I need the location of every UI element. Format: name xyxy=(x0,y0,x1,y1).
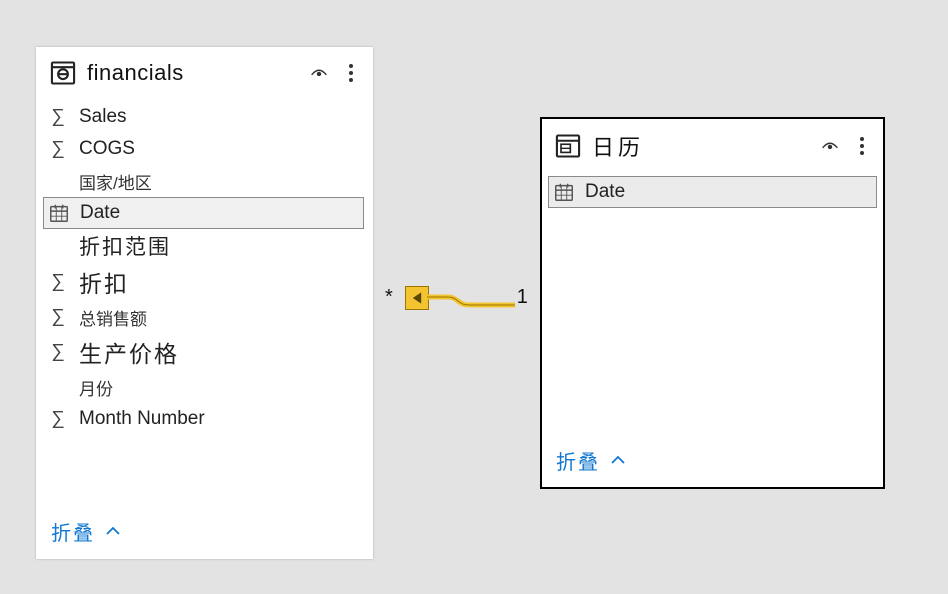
more-options-icon[interactable] xyxy=(853,135,871,157)
field-row[interactable]: ∑ 生产价格 xyxy=(37,333,370,371)
sigma-icon: ∑ xyxy=(47,408,69,430)
field-label: Date xyxy=(80,202,120,224)
field-label: Sales xyxy=(79,106,127,128)
relationship-connector[interactable]: * 1 xyxy=(383,284,530,310)
field-row[interactable]: ∑ 总销售额 xyxy=(37,301,370,333)
calendar-icon xyxy=(553,181,575,203)
filter-direction-icon xyxy=(405,286,429,310)
sigma-icon: ∑ xyxy=(47,341,69,363)
collapse-button[interactable]: 折叠 xyxy=(51,517,121,546)
table-card-financials[interactable]: financials ∑ Sales xyxy=(36,47,373,559)
table-header: 日历 xyxy=(542,119,883,168)
field-row[interactable]: ∑ Sales xyxy=(37,101,370,133)
field-row[interactable]: ∑ 折扣 xyxy=(37,263,370,301)
sigma-icon: ∑ xyxy=(47,138,69,160)
more-options-icon[interactable] xyxy=(342,62,360,84)
field-row-date[interactable]: Date xyxy=(548,176,877,208)
field-row[interactable]: 月份 xyxy=(37,371,370,403)
date-table-icon xyxy=(554,132,582,160)
visibility-icon[interactable] xyxy=(308,62,330,84)
field-label: Month Number xyxy=(79,408,205,430)
table-icon xyxy=(49,59,77,87)
field-label: 国家/地区 xyxy=(79,169,152,194)
field-label: 月份 xyxy=(79,375,113,400)
model-canvas[interactable]: financials ∑ Sales xyxy=(0,0,948,594)
table-title: financials xyxy=(87,60,298,86)
calendar-icon xyxy=(48,202,70,224)
table-card-calendar[interactable]: 日历 xyxy=(540,117,885,489)
field-label: 生产价格 xyxy=(79,335,179,369)
field-row-date[interactable]: Date xyxy=(43,197,364,229)
field-label: 折扣 xyxy=(79,265,129,299)
table-header: financials xyxy=(37,48,372,93)
cardinality-many: * xyxy=(383,286,395,309)
field-row[interactable]: ∑ Month Number xyxy=(37,403,370,435)
field-row[interactable]: 国家/地区 xyxy=(37,165,370,197)
table-title: 日历 xyxy=(592,130,809,162)
chevron-up-icon xyxy=(105,524,121,540)
sigma-icon: ∑ xyxy=(47,271,69,293)
relationship-line[interactable] xyxy=(395,284,515,310)
field-label: 总销售额 xyxy=(79,305,147,330)
field-label: COGS xyxy=(79,138,135,160)
sigma-icon: ∑ xyxy=(47,306,69,328)
field-row[interactable]: 折扣范围 xyxy=(37,229,370,263)
collapse-label: 折叠 xyxy=(556,446,600,475)
chevron-up-icon xyxy=(610,453,626,469)
field-label: 折扣范围 xyxy=(79,231,171,261)
cardinality-one: 1 xyxy=(515,286,530,309)
field-list[interactable]: Date xyxy=(542,176,883,428)
field-list[interactable]: ∑ Sales ∑ COGS 国家/地区 xyxy=(37,101,370,499)
collapse-label: 折叠 xyxy=(51,517,95,546)
field-label: Date xyxy=(585,181,625,203)
sigma-icon: ∑ xyxy=(47,106,69,128)
collapse-button[interactable]: 折叠 xyxy=(556,446,626,475)
visibility-icon[interactable] xyxy=(819,135,841,157)
field-row[interactable]: ∑ COGS xyxy=(37,133,370,165)
